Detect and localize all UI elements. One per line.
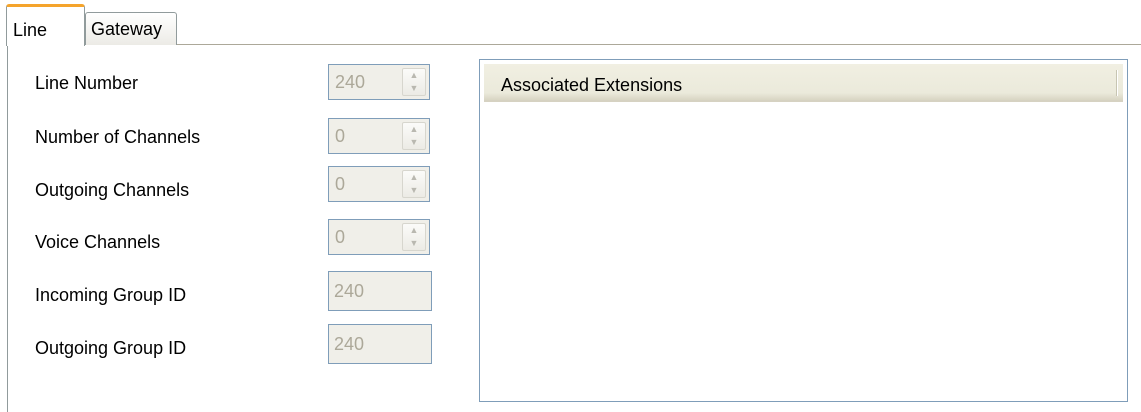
line-properties-dialog: Gateway Line Line Number 240 ▲ ▼ Number … — [0, 0, 1141, 412]
chevron-up-icon[interactable]: ▲ — [403, 69, 425, 82]
chevron-up-icon[interactable]: ▲ — [403, 224, 425, 237]
chevron-down-icon[interactable]: ▼ — [403, 82, 425, 95]
number-of-channels-stepper[interactable]: 0 ▲ ▼ — [328, 118, 430, 154]
tab-gateway-label: Gateway — [91, 19, 163, 39]
line-number-value: 240 — [335, 72, 366, 92]
tab-strip: Gateway Line — [0, 0, 1141, 46]
number-of-channels-label: Number of Channels — [35, 127, 201, 147]
outgoing-group-id-label: Outgoing Group ID — [35, 338, 187, 358]
list-column-header[interactable]: Associated Extensions — [484, 64, 1123, 102]
associated-extensions-list[interactable]: Associated Extensions — [479, 59, 1128, 402]
outgoing-channels-value: 0 — [335, 174, 346, 194]
outgoing-channels-stepper[interactable]: 0 ▲ ▼ — [328, 166, 430, 202]
number-of-channels-value: 0 — [335, 126, 346, 146]
line-number-spin-buttons: ▲ ▼ — [402, 68, 426, 96]
chevron-down-icon[interactable]: ▼ — [403, 184, 425, 197]
tab-gateway[interactable]: Gateway — [85, 12, 177, 45]
voice-channels-stepper[interactable]: 0 ▲ ▼ — [328, 219, 430, 255]
voice-channels-label: Voice Channels — [35, 232, 161, 252]
chevron-up-icon[interactable]: ▲ — [403, 123, 425, 136]
incoming-group-id-field[interactable]: 240 — [328, 271, 432, 311]
tab-line-label: Line — [13, 20, 48, 40]
chevron-down-icon[interactable]: ▼ — [403, 237, 425, 250]
chevron-down-icon[interactable]: ▼ — [403, 136, 425, 149]
outgoing-group-id-value: 240 — [334, 334, 365, 354]
line-number-label: Line Number — [35, 73, 139, 93]
chevron-up-icon[interactable]: ▲ — [403, 171, 425, 184]
outgoing-channels-label: Outgoing Channels — [35, 180, 190, 200]
tab-line[interactable]: Line — [6, 4, 85, 46]
number-of-channels-spin-buttons: ▲ ▼ — [402, 122, 426, 150]
outgoing-channels-spin-buttons: ▲ ▼ — [402, 170, 426, 198]
incoming-group-id-value: 240 — [334, 281, 365, 301]
outgoing-group-id-field[interactable]: 240 — [328, 324, 432, 364]
associated-extensions-column-title: Associated Extensions — [501, 75, 683, 95]
line-number-stepper[interactable]: 240 ▲ ▼ — [328, 64, 430, 100]
column-resize-handle[interactable] — [1116, 70, 1117, 96]
incoming-group-id-label: Incoming Group ID — [35, 285, 187, 305]
voice-channels-spin-buttons: ▲ ▼ — [402, 223, 426, 251]
voice-channels-value: 0 — [335, 227, 346, 247]
